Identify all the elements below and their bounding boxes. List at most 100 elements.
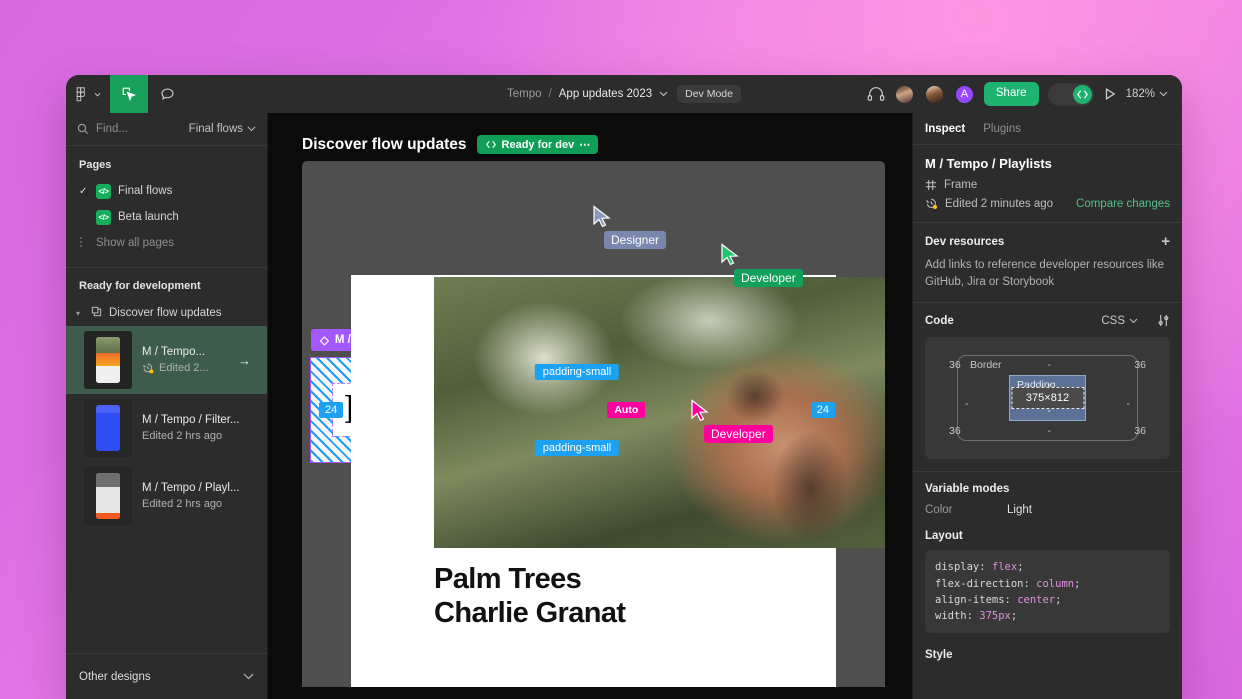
variable-mode-row: Color Light	[925, 504, 1170, 516]
avatar-current-user[interactable]: A	[954, 84, 975, 105]
box-model-border-bottom-dash: -	[1048, 425, 1052, 437]
other-designs-section-toggle[interactable]: Other designs	[66, 653, 267, 699]
box-model-border-label: Border	[970, 359, 1002, 371]
frame-board[interactable]: ◇ M / Heading Discover Auto	[302, 161, 885, 687]
box-model-border-top-dash: -	[1048, 359, 1052, 371]
code-prop: align-items:	[935, 594, 1017, 606]
style-title: Style	[925, 649, 1170, 661]
dev-mode-badge[interactable]: Dev Mode	[677, 85, 741, 103]
file-name: M / Tempo...	[142, 346, 205, 358]
clock-history-icon	[142, 362, 154, 374]
left-sidebar: Find... Final flows Pages ✓ </> Final fl…	[66, 113, 268, 699]
headphones-icon[interactable]	[867, 86, 885, 102]
page-label: Final flows	[118, 185, 172, 197]
clock-history-icon	[925, 197, 938, 210]
design-canvas[interactable]: Discover flow updates Ready for dev ⋯ ◇ …	[268, 113, 912, 699]
chevron-down-icon	[1159, 91, 1168, 97]
object-type-label: Frame	[944, 179, 977, 191]
box-model-border-left-dash: -	[965, 398, 969, 410]
drag-handle-icon	[79, 236, 89, 251]
toolbar-left-tools	[66, 75, 186, 113]
open-file-arrow-icon[interactable]: →	[238, 353, 255, 368]
avatar-collaborator-2[interactable]	[924, 84, 945, 105]
scope-selector[interactable]: Final flows	[189, 123, 256, 135]
article-subtitle: Charlie Granat	[434, 597, 625, 630]
inspect-panel-tabs: Inspect Plugins	[913, 113, 1182, 145]
code-language-label: CSS	[1101, 315, 1125, 327]
figma-logo-icon[interactable]	[66, 75, 110, 113]
caret-down-icon[interactable]: ▾	[76, 309, 85, 318]
code-value: center	[1017, 594, 1055, 606]
variable-modes-title: Variable modes	[925, 483, 1170, 495]
box-model-bottom-left: 36	[949, 425, 961, 437]
page-label: Beta launch	[118, 211, 179, 223]
box-model-top-left: 36	[949, 359, 961, 371]
file-name: M / Tempo / Filter...	[142, 414, 240, 426]
add-dev-resource-button[interactable]: +	[1161, 234, 1170, 249]
file-group-label: Discover flow updates	[109, 307, 222, 319]
variable-mode-value[interactable]: Light	[1007, 504, 1032, 516]
code-end: ;	[1017, 561, 1023, 573]
phone-frame-content: Palm Trees Charlie Granat	[351, 275, 836, 687]
breadcrumb-file[interactable]: App updates 2023	[559, 88, 652, 100]
dev-resources-title: Dev resources	[925, 236, 1004, 248]
breadcrumb-team[interactable]: Tempo	[507, 88, 542, 100]
padding-bottom-chip: padding-small	[535, 440, 619, 456]
sidebar-item-final-flows[interactable]: ✓ </> Final flows	[66, 178, 267, 204]
file-group-discover-flow-updates[interactable]: ▾ Discover flow updates	[66, 300, 267, 326]
breadcrumb-separator: /	[549, 88, 552, 100]
chevron-down-icon	[247, 126, 256, 132]
find-row: Find... Final flows	[66, 113, 267, 146]
layout-code-block[interactable]: display: flex; flex-direction: column; a…	[925, 550, 1170, 633]
code-language-selector[interactable]: CSS	[1101, 315, 1138, 327]
code-line: flex-direction: column;	[935, 576, 1160, 592]
dev-mode-toggle[interactable]	[1048, 83, 1094, 106]
share-button[interactable]: Share	[984, 82, 1039, 106]
figma-app-window: Tempo / App updates 2023 Dev Mode A Shar…	[66, 75, 1182, 699]
cursor-label-developer-pink: Developer	[704, 425, 773, 443]
variables-and-layout-section: Variable modes Color Light Layout displa…	[913, 472, 1182, 673]
show-all-pages-label: Show all pages	[96, 237, 174, 249]
avatar-collaborator-1[interactable]	[894, 84, 915, 105]
other-designs-label: Other designs	[79, 671, 151, 683]
dev-resources-note: Add links to reference developer resourc…	[925, 257, 1170, 290]
check-icon: ✓	[79, 186, 89, 197]
selected-object-name: M / Tempo / Playlists	[925, 156, 1170, 171]
comment-bubble-icon[interactable]	[148, 75, 186, 113]
scope-label: Final flows	[189, 123, 243, 135]
list-item[interactable]: M / Tempo / Playl... Edited 2 hrs ago	[66, 462, 267, 530]
show-all-pages-button[interactable]: Show all pages	[66, 230, 267, 256]
file-edited-text: Edited 2...	[159, 362, 209, 374]
list-item[interactable]: M / Tempo... Edited 2... →	[66, 326, 267, 394]
tab-plugins[interactable]: Plugins	[983, 123, 1021, 135]
code-end: ;	[1011, 610, 1017, 622]
code-end: ;	[1055, 594, 1061, 606]
cursor-move-tool-icon[interactable]	[110, 75, 148, 113]
file-edited-text: Edited 2 hrs ago	[142, 430, 255, 442]
box-model-content-size: 375×812	[1011, 387, 1084, 409]
code-prop: display:	[935, 561, 992, 573]
status-badge[interactable]: Ready for dev ⋯	[477, 135, 599, 154]
box-model-top-right: 36	[1134, 359, 1146, 371]
play-present-icon[interactable]	[1103, 87, 1117, 101]
tab-inspect[interactable]: Inspect	[925, 123, 965, 135]
sidebar-spacer	[66, 530, 267, 653]
chevron-down-icon	[243, 673, 254, 680]
sliders-icon[interactable]	[1157, 314, 1170, 327]
compare-changes-link[interactable]: Compare changes	[1076, 198, 1170, 210]
code-value: column	[1036, 578, 1074, 590]
phone-preview	[96, 405, 120, 451]
cursor-label-developer-green: Developer	[734, 269, 803, 287]
list-item[interactable]: M / Tempo / Filter... Edited 2 hrs ago	[66, 394, 267, 462]
article-title: Palm Trees	[434, 563, 581, 596]
find-input[interactable]: Find...	[96, 123, 182, 135]
code-end: ;	[1074, 578, 1080, 590]
zoom-control[interactable]: 182%	[1126, 88, 1168, 100]
sidebar-item-beta-launch[interactable]: </> Beta launch	[66, 204, 267, 230]
cursor-developer-pink: Developer	[690, 399, 710, 428]
frame-hash-icon	[925, 179, 937, 191]
more-options-icon[interactable]: ⋯	[579, 138, 590, 151]
cursor-label-designer: Designer	[604, 231, 666, 249]
file-menu-chevron-down-icon[interactable]	[659, 91, 668, 97]
pages-section: Pages ✓ </> Final flows </> Beta launch	[66, 146, 267, 261]
